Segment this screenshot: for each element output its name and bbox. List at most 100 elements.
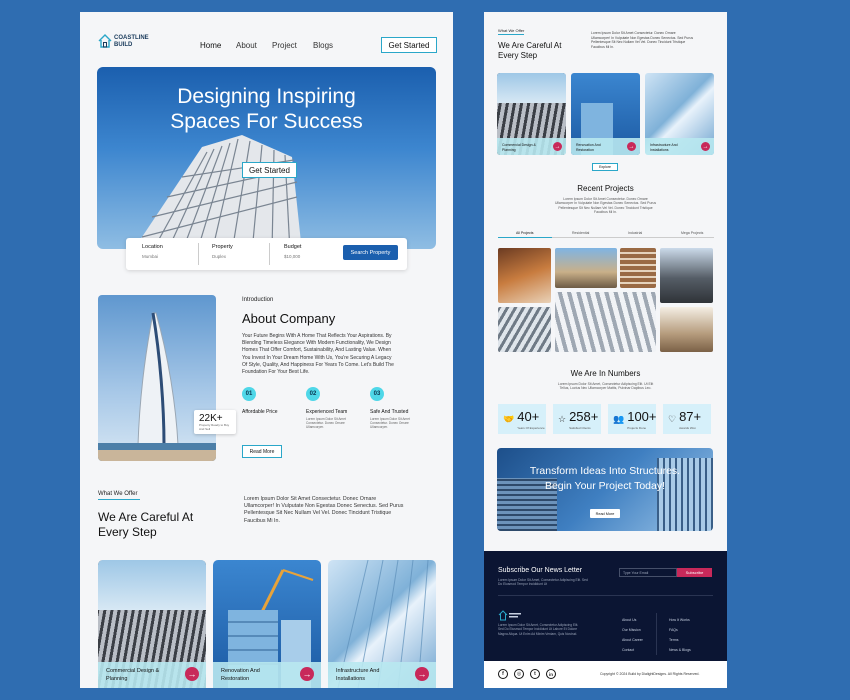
stat-value: 40+ bbox=[517, 409, 540, 424]
offer-title-line2-2: Every Step bbox=[498, 51, 538, 60]
tab-industrial[interactable]: Industrial bbox=[628, 231, 642, 235]
logo[interactable]: COASTLINE BUILD bbox=[98, 32, 150, 52]
offer-eyebrow: What We Offer bbox=[98, 491, 138, 497]
linkedin-icon[interactable]: in bbox=[546, 669, 556, 679]
card-title-line2: Planning bbox=[502, 148, 516, 152]
about-eyebrow: Introduction bbox=[242, 297, 274, 303]
nav-project[interactable]: Project bbox=[272, 41, 297, 50]
email-input[interactable]: Type Your Email bbox=[619, 568, 677, 577]
tab-residential[interactable]: Residential bbox=[572, 231, 589, 235]
footer-link-how-it-works[interactable]: How It Works bbox=[669, 615, 691, 625]
hero-get-started-button[interactable]: Get Started bbox=[242, 162, 297, 178]
project-image[interactable] bbox=[498, 307, 551, 352]
project-image[interactable] bbox=[620, 248, 656, 288]
handshake-icon: 🤝 bbox=[503, 413, 515, 424]
offer-eyebrow-2: What We Offer bbox=[498, 28, 525, 33]
offer-description: Lorem Ipsum Dolor Sit Amet Consectetur. … bbox=[244, 496, 434, 525]
footer-link-career[interactable]: About Career bbox=[622, 635, 643, 645]
budget-label: Budget bbox=[284, 244, 302, 250]
search-property-button[interactable]: Search Property bbox=[343, 245, 398, 260]
about-read-more-button[interactable]: Read More bbox=[242, 445, 282, 458]
card-title-line2: Installations bbox=[650, 148, 669, 152]
card-sky bbox=[497, 73, 566, 103]
header-get-started-button[interactable]: Get Started bbox=[381, 37, 437, 53]
footer-link-news[interactable]: News & Blogs bbox=[669, 645, 691, 655]
arrow-right-icon[interactable]: → bbox=[185, 667, 199, 681]
projects-title: Recent Projects bbox=[577, 184, 634, 193]
about-body-line: You Invest In Your Dream Home With Us, Y… bbox=[242, 354, 392, 361]
footer-link-faqs[interactable]: FAQs bbox=[669, 625, 691, 635]
nav-blogs[interactable]: Blogs bbox=[313, 41, 333, 50]
arrow-right-icon[interactable]: → bbox=[553, 142, 562, 151]
heart-icon: ♡ bbox=[668, 413, 677, 424]
arrow-right-icon[interactable]: → bbox=[627, 142, 636, 151]
hero-banner: Designing Inspiring Spaces For Success G… bbox=[97, 67, 436, 249]
card-title-line1: Commercial Design & bbox=[502, 143, 536, 147]
active-tab-indicator bbox=[498, 236, 552, 238]
card-title-line1: Renovation And bbox=[576, 143, 601, 147]
facebook-icon[interactable]: f bbox=[498, 669, 508, 679]
service-card-renovation[interactable]: Renovation And Restoration → bbox=[213, 560, 321, 688]
about-body: Your Future Begins With A Home That Refl… bbox=[242, 333, 432, 376]
service-card-infrastructure-2[interactable]: Infrastructure And Installations → bbox=[645, 73, 714, 155]
property-label: Property bbox=[212, 244, 233, 250]
service-card-commercial-2[interactable]: Commercial Design & Planning → bbox=[497, 73, 566, 155]
property-search-bar: Location Mumbai Property Duplex Budget $… bbox=[126, 238, 407, 270]
subscribe-title: Subscribe Our News Letter bbox=[498, 567, 583, 574]
logo-text-line1: COASTLINE bbox=[114, 35, 149, 41]
footer-about-text: Lorem Ipsum Dolor Sit Amet, Consectetur … bbox=[498, 623, 578, 636]
budget-value[interactable]: $10,000 bbox=[284, 254, 300, 259]
stat-clients: ☆ 258+ Satisfied Clients bbox=[553, 404, 601, 434]
cta-banner: Transform Ideas Into Structures. Begin Y… bbox=[497, 448, 713, 531]
footer-links-col2: How It Works FAQs Terms News & Blogs bbox=[669, 615, 691, 655]
about-body-line: Blending Timeless Elegance With Modern F… bbox=[242, 340, 391, 347]
footer-link-mission[interactable]: Our Mission bbox=[622, 625, 643, 635]
footer-link-about[interactable]: About Us bbox=[622, 615, 643, 625]
service-card-infrastructure[interactable]: Infrastructure And Installations → bbox=[328, 560, 436, 688]
stat-label: Awards Won bbox=[679, 426, 696, 430]
banner-read-more-button[interactable]: Read More bbox=[590, 509, 620, 518]
footer-col-divider bbox=[656, 613, 657, 655]
instagram-icon[interactable]: ◎ bbox=[514, 669, 524, 679]
explore-button[interactable]: Explore bbox=[592, 163, 618, 171]
footer-link-terms[interactable]: Terms bbox=[669, 635, 691, 645]
nav-about[interactable]: About bbox=[236, 41, 257, 50]
bottom-bar: f ◎ t in Copyright © 2024 Build by Diali… bbox=[484, 661, 727, 688]
star-icon: ☆ bbox=[558, 413, 567, 424]
subscribe-button[interactable]: Subscribe bbox=[677, 568, 712, 577]
tab-all-projects[interactable]: All Projects bbox=[516, 231, 534, 235]
project-image[interactable] bbox=[555, 292, 656, 352]
offer-title-line1: We Are Careful At bbox=[98, 510, 194, 524]
service-card-commercial[interactable]: Commercial Design & Planning → bbox=[98, 560, 206, 688]
feature-desc: Lorem Ipsum Dolor Sit Amet Consectetur. … bbox=[370, 417, 410, 430]
footer-logo[interactable] bbox=[498, 608, 522, 621]
tab-mega-projects[interactable]: Mega Projects bbox=[681, 231, 703, 235]
card-title-line1: Infrastructure And bbox=[650, 143, 678, 147]
project-image[interactable] bbox=[660, 307, 713, 352]
arrow-right-icon[interactable]: → bbox=[300, 667, 314, 681]
project-image[interactable] bbox=[555, 248, 617, 288]
card-title-line2: Restoration bbox=[221, 676, 250, 682]
location-value[interactable]: Mumbai bbox=[142, 254, 158, 259]
footer: Subscribe Our News Letter Lorem Ipsum Do… bbox=[484, 551, 727, 661]
project-image[interactable] bbox=[498, 248, 551, 303]
subscribe-desc-line: Do Eiusmod Tempor Incididunt Ut bbox=[498, 582, 548, 587]
projects-tabs: All Projects Residential Industrial Mega… bbox=[498, 231, 714, 239]
arrow-right-icon[interactable]: → bbox=[415, 667, 429, 681]
feature-number-badge: 02 bbox=[306, 387, 320, 401]
arrow-right-icon[interactable]: → bbox=[701, 142, 710, 151]
offer-desc-line: Ullamcorper! In Vulputate Non Egestas Do… bbox=[244, 503, 404, 510]
numbers-desc-line: Tellus, Luctus Nec Ullamcorper Mattis, P… bbox=[559, 386, 652, 391]
house-icon bbox=[498, 610, 521, 621]
offer-description-2: Lorem Ipsum Dolor Sit Amet Consectetur. … bbox=[591, 31, 716, 49]
hero-title-line1: Designing Inspiring bbox=[177, 85, 356, 108]
project-image[interactable] bbox=[660, 248, 713, 303]
property-value[interactable]: Duplex bbox=[212, 254, 226, 259]
stat-value: 100+ bbox=[627, 409, 657, 424]
nav-home[interactable]: Home bbox=[200, 41, 221, 50]
twitter-icon[interactable]: t bbox=[530, 669, 540, 679]
service-card-renovation-2[interactable]: Renovation And Restoration → bbox=[571, 73, 640, 155]
divider bbox=[269, 243, 270, 265]
footer-link-contact[interactable]: Contact bbox=[622, 645, 643, 655]
footer-about-line: Sed Do Eiusmod Tempor Incididunt Ut Labo… bbox=[498, 627, 577, 632]
